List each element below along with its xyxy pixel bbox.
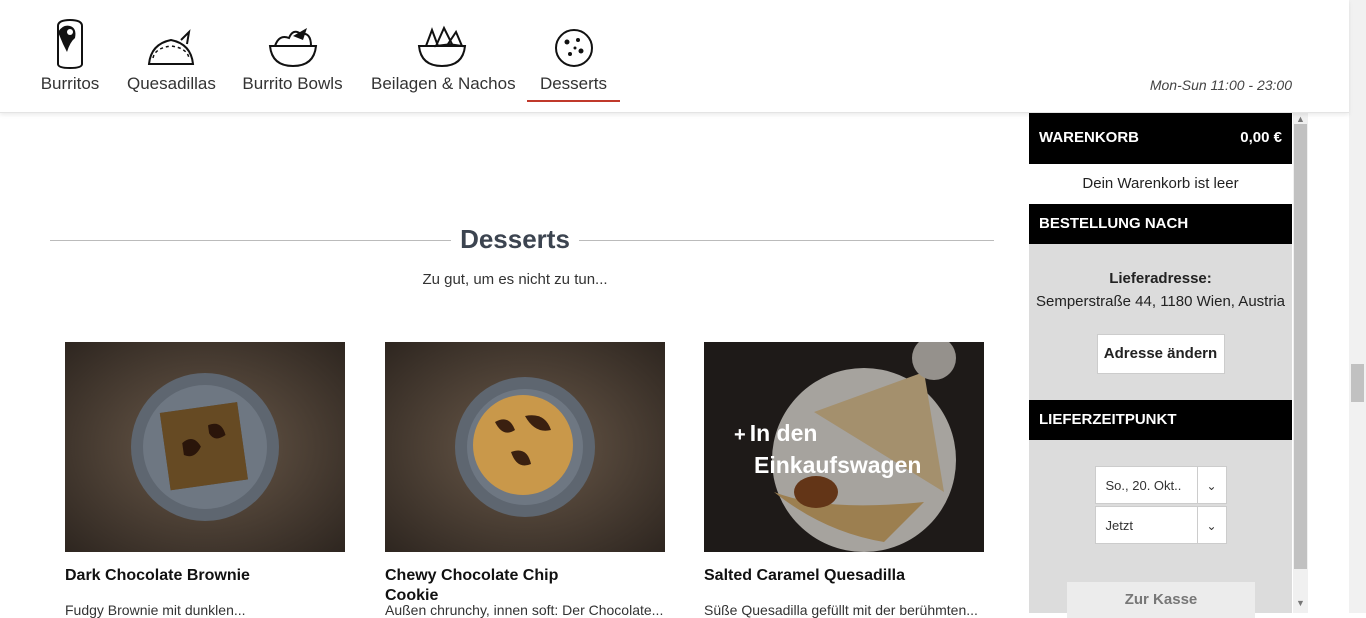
time-select[interactable]: Jetzt ⌄ xyxy=(1094,506,1227,544)
change-address-button[interactable]: Adresse ändern xyxy=(1096,334,1225,374)
product-name: Salted Caramel Quesadilla xyxy=(704,567,905,584)
opening-hours: Mon-Sun 11:00 - 23:00 xyxy=(1149,77,1292,93)
nav-item-quesadillas[interactable]: Quesadillas xyxy=(127,18,216,94)
address-label: Lieferadresse: xyxy=(1109,270,1212,287)
nav-label: Quesadillas xyxy=(127,74,216,93)
plus-icon: + xyxy=(734,424,746,446)
quesadilla-icon xyxy=(127,18,215,70)
date-select[interactable]: So., 20. Okt.. ⌄ xyxy=(1094,466,1227,504)
add-to-cart-label: Einkaufswagen xyxy=(754,452,922,478)
chevron-down-icon: ⌄ xyxy=(1206,479,1217,493)
delivery-time-header: LIEFERZEITPUNKT xyxy=(1029,400,1292,440)
product-description: Außen chrunchy, innen soft: Der Chocolat… xyxy=(385,602,664,618)
nav-label: Beilagen & Nachos xyxy=(371,74,516,93)
burrito-icon xyxy=(40,18,100,70)
product-image-cookie[interactable] xyxy=(385,342,665,552)
sidebar-scrollbar-thumb[interactable] xyxy=(1294,124,1307,569)
chevron-down-icon: ⌄ xyxy=(1206,519,1217,533)
add-to-cart-label: In den xyxy=(749,420,818,446)
section-title: Desserts xyxy=(460,224,570,254)
address-value: Semperstraße 44, 1180 Wien, Austria xyxy=(1035,293,1285,310)
product-description: Fudgy Brownie mit dunklen... xyxy=(65,602,246,618)
site-header: Burritos Quesadillas Burrito Bowls Beila… xyxy=(0,0,1349,113)
cart-sidebar: WARENKORB 0,00 € Dein Warenkorb ist leer… xyxy=(1029,112,1292,618)
product-card[interactable]: Chewy Chocolate Chip Cookie Außen chrunc… xyxy=(385,342,665,618)
nav-label: Burritos xyxy=(40,74,100,93)
product-name: Chewy Chocolate Chip Cookie xyxy=(385,567,559,604)
divider-left xyxy=(50,240,451,241)
product-card[interactable]: + In den Einkaufswagen Salted Caramel Que… xyxy=(704,342,984,618)
product-image-brownie[interactable] xyxy=(65,342,345,552)
nav-label: Burrito Bowls xyxy=(242,74,343,93)
bowl-icon xyxy=(242,18,343,70)
date-select-value: So., 20. Okt.. xyxy=(1105,478,1182,493)
nav-item-burrito-bowls[interactable]: Burrito Bowls xyxy=(242,18,343,94)
scroll-down-icon[interactable]: ▼ xyxy=(1296,598,1305,608)
time-select-value: Jetzt xyxy=(1105,518,1133,533)
product-image-quesadilla[interactable]: + In den Einkaufswagen xyxy=(704,342,984,552)
cart-empty-message: Dein Warenkorb ist leer xyxy=(1029,164,1292,204)
page-scrollbar-thumb[interactable] xyxy=(1351,364,1364,402)
nav-item-beilagen-nachos[interactable]: Beilagen & Nachos xyxy=(371,18,516,94)
order-header: BESTELLUNG NACH xyxy=(1029,204,1292,244)
nav-item-desserts[interactable]: Desserts xyxy=(527,18,620,94)
nav-label: Desserts xyxy=(539,74,608,93)
scroll-up-icon[interactable]: ▲ xyxy=(1296,114,1305,124)
active-tab-underline xyxy=(527,100,620,102)
cart-header: WARENKORB 0,00 € xyxy=(1029,112,1292,164)
nachos-icon xyxy=(371,18,513,70)
product-description: Süße Quesadilla gefüllt mit der berühmte… xyxy=(704,602,978,618)
page-scrollbar[interactable] xyxy=(1349,0,1366,613)
divider-right xyxy=(579,240,994,241)
product-card[interactable]: Dark Chocolate Brownie Fudgy Brownie mit… xyxy=(65,342,345,618)
cookie-icon xyxy=(527,18,620,70)
nav-item-burritos[interactable]: Burritos xyxy=(40,18,100,94)
product-name: Dark Chocolate Brownie xyxy=(65,567,250,584)
cart-title: WARENKORB xyxy=(1039,129,1139,146)
add-to-cart-overlay[interactable]: + In den Einkaufswagen xyxy=(734,418,921,480)
section-subtitle: Zu gut, um es nicht zu tun... xyxy=(422,271,608,288)
cart-total: 0,00 € xyxy=(1240,129,1282,146)
sidebar-scrollbar[interactable]: ▲ ▼ xyxy=(1293,112,1308,613)
